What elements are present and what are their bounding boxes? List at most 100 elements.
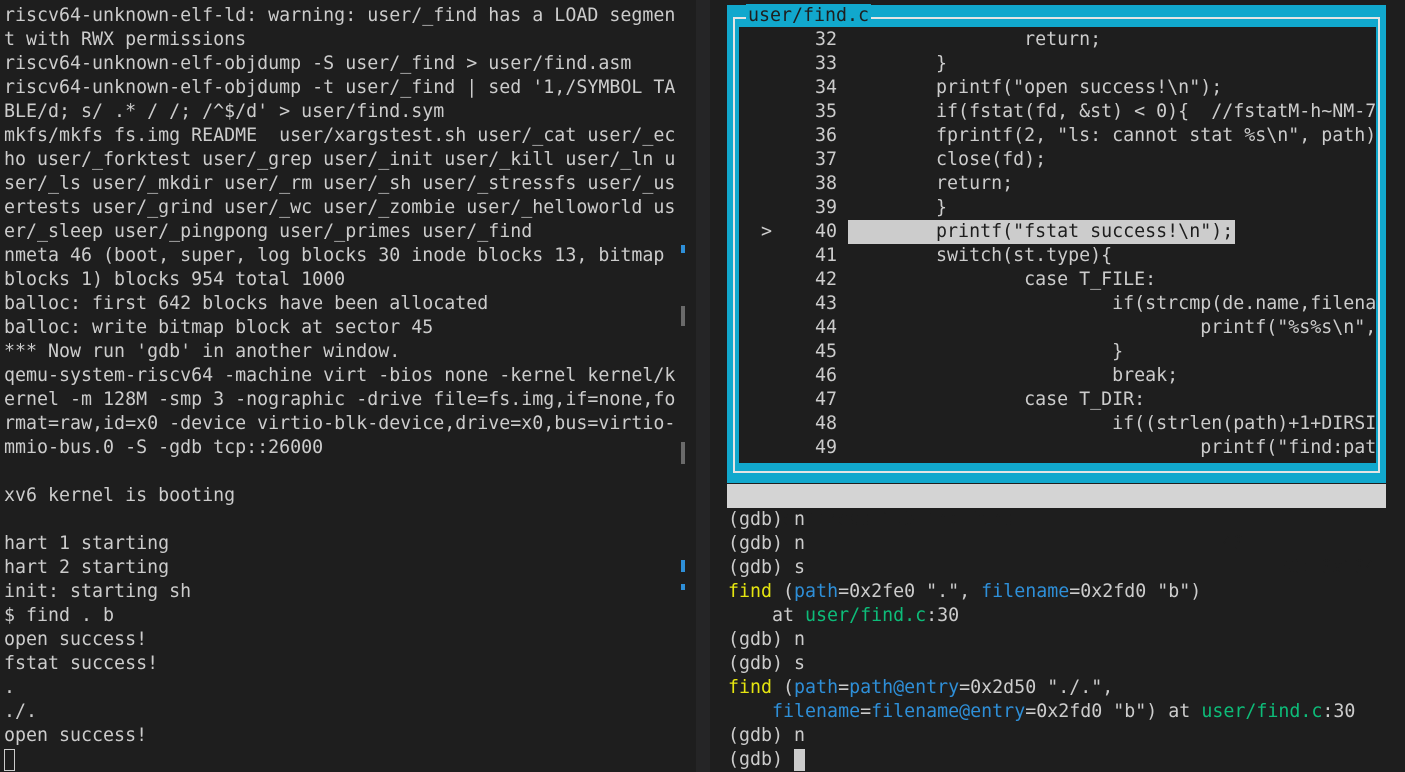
gdb-frame-line: find (path=path@entry=0x2d50 "./.", bbox=[728, 677, 1114, 698]
source-code: fprintf(2, "ls: cannot stat %s\n", path) bbox=[848, 125, 1376, 146]
source-line[interactable]: 38 return; bbox=[739, 172, 1376, 196]
source-code: return; bbox=[848, 173, 1014, 194]
terminal-line: ./. bbox=[4, 701, 38, 722]
source-code: return; bbox=[848, 29, 1102, 50]
source-code: if((strlen(path)+1+DIRSI bbox=[848, 413, 1376, 434]
terminal-line: ser/_ls user/_mkdir user/_rm user/_sh us… bbox=[4, 173, 676, 194]
source-line[interactable]: 35 if(fstat(fd, &st) < 0){ //fstatM-h~NM… bbox=[739, 100, 1376, 124]
source-code: printf("fstat success!\n"); bbox=[848, 220, 1236, 244]
line-number: 39 bbox=[814, 197, 837, 218]
source-code: } bbox=[848, 53, 948, 74]
source-line[interactable]: 36 fprintf(2, "ls: cannot stat %s\n", pa… bbox=[739, 124, 1376, 148]
terminal-line: blocks 1) blocks 954 total 1000 bbox=[4, 269, 346, 290]
source-code: printf("%s%s\n", bbox=[848, 317, 1376, 338]
terminal-line: BLE/d; s/ .* / /; /^$/d' > user/find.sym bbox=[4, 101, 445, 122]
scroll-marker bbox=[681, 442, 685, 464]
terminal-line: hart 2 starting bbox=[4, 557, 170, 578]
source-line[interactable]: 34 printf("open success!\n"); bbox=[739, 76, 1376, 100]
line-number: 48 bbox=[814, 413, 837, 434]
source-code: printf("open success!\n"); bbox=[848, 77, 1223, 98]
terminal-line: ertests user/_grind user/_wc user/_zombi… bbox=[4, 197, 676, 218]
terminal-line: riscv64-unknown-elf-objdump -t user/_fin… bbox=[4, 77, 676, 98]
line-number: 36 bbox=[814, 125, 837, 146]
source-line[interactable]: 46 break; bbox=[739, 364, 1376, 388]
gdb-line: (gdb) n bbox=[728, 725, 806, 746]
status-line-number: L40 bbox=[1211, 533, 1245, 554]
terminal-line: er/_sleep user/_pingpong user/_primes us… bbox=[4, 221, 533, 242]
source-line[interactable]: 48 if((strlen(path)+1+DIRSI bbox=[739, 412, 1376, 436]
source-code: close(fd); bbox=[848, 149, 1047, 170]
source-line[interactable]: 37 close(fd); bbox=[739, 148, 1376, 172]
line-number: 46 bbox=[814, 365, 837, 386]
source-line[interactable]: 33 } bbox=[739, 52, 1376, 76]
terminal-line: mmio-bus.0 -S -gdb tcp::26000 bbox=[4, 437, 324, 458]
line-number: 45 bbox=[814, 341, 837, 362]
line-number: 42 bbox=[814, 269, 837, 290]
terminal-line: open success! bbox=[4, 725, 148, 746]
terminal-line: t with RWX permissions bbox=[4, 29, 247, 50]
line-number: 43 bbox=[814, 293, 837, 314]
source-line[interactable]: 47 case T_DIR: bbox=[739, 388, 1376, 412]
source-code: } bbox=[848, 341, 1124, 362]
left-terminal-pane[interactable]: riscv64-unknown-elf-ld: warning: user/_f… bbox=[0, 0, 696, 772]
terminal-input-line[interactable] bbox=[4, 748, 15, 772]
scroll-marker bbox=[681, 584, 685, 590]
terminal-line: xv6 kernel is booting bbox=[4, 485, 236, 506]
line-number: 40 bbox=[814, 221, 837, 242]
source-code: case T_DIR: bbox=[848, 389, 1146, 410]
terminal-line: hart 1 starting bbox=[4, 533, 170, 554]
left-terminal-scrollbar[interactable] bbox=[681, 0, 710, 772]
gdb-input-line[interactable]: (gdb) bbox=[728, 748, 806, 772]
source-line[interactable]: 32 return; bbox=[739, 28, 1376, 52]
terminal-line: riscv64-unknown-elf-ld: warning: user/_f… bbox=[4, 5, 676, 26]
line-number: 44 bbox=[814, 317, 837, 338]
scroll-marker bbox=[681, 306, 685, 326]
source-code: case T_FILE: bbox=[848, 269, 1157, 290]
terminal-line: balloc: write bitmap block at sector 45 bbox=[4, 317, 434, 338]
terminal-line: riscv64-unknown-elf-objdump -S user/_fin… bbox=[4, 53, 632, 74]
terminal-line: ernel -m 128M -smp 3 -nographic -drive f… bbox=[4, 389, 676, 410]
source-window[interactable]: 32 return; 33 } 34 printf("open success!\n… bbox=[739, 27, 1376, 463]
line-number: 41 bbox=[814, 245, 837, 266]
line-number: 34 bbox=[814, 77, 837, 98]
gdb-frame-line: find (path=0x2fe0 ".", filename=0x2fd0 "… bbox=[728, 581, 1202, 602]
terminal-line: balloc: first 642 blocks have been alloc… bbox=[4, 293, 489, 314]
source-line[interactable]: 44 printf("%s%s\n", bbox=[739, 316, 1376, 340]
terminal-line: init: starting sh bbox=[4, 581, 192, 602]
source-line[interactable]: 42 case T_FILE: bbox=[739, 268, 1376, 292]
line-number: 37 bbox=[814, 149, 837, 170]
source-code: } bbox=[848, 197, 948, 218]
source-line-current[interactable]: >40 printf("fstat success!\n"); bbox=[739, 220, 1376, 244]
source-line[interactable]: 49 printf("find:pat bbox=[739, 436, 1376, 460]
terminal-line: open success! bbox=[4, 629, 148, 650]
terminal-cursor bbox=[4, 749, 15, 771]
line-number: 49 bbox=[814, 437, 837, 458]
scroll-marker bbox=[681, 245, 685, 253]
gdb-frame-location: at user/find.c:30 bbox=[728, 605, 960, 626]
line-number: 38 bbox=[814, 173, 837, 194]
source-code: switch(st.type){ bbox=[848, 245, 1113, 266]
source-line[interactable]: 39 } bbox=[739, 196, 1376, 220]
source-code: break; bbox=[848, 365, 1179, 386]
source-code: if(strcmp(de.name,filena bbox=[848, 293, 1376, 314]
gdb-line: (gdb) n bbox=[728, 629, 806, 650]
source-line[interactable]: 43 if(strcmp(de.name,filena bbox=[739, 292, 1376, 316]
terminal-line: ho user/_forktest user/_grep user/_init … bbox=[4, 149, 676, 170]
terminal-line: *** Now run 'gdb' in another window. bbox=[4, 341, 401, 362]
status-program-counter: PC: 0x104 bbox=[1277, 557, 1377, 578]
terminal-line: $ find . b bbox=[4, 605, 115, 626]
line-number: 35 bbox=[814, 101, 837, 122]
gdb-line: (gdb) n bbox=[728, 533, 806, 554]
gdb-frame-args: filename=filename@entry=0x2fd0 "b") at u… bbox=[772, 701, 1356, 722]
terminal-line: fstat success! bbox=[4, 653, 159, 674]
line-number: 47 bbox=[814, 389, 837, 410]
terminal-line: mkfs/mkfs fs.img README user/xargstest.s… bbox=[4, 125, 676, 146]
source-code: printf("find:pat bbox=[848, 437, 1376, 458]
terminal-line: qemu-system-riscv64 -machine virt -bios … bbox=[4, 365, 676, 386]
gdb-line: (gdb) n bbox=[728, 509, 806, 530]
source-line[interactable]: 45 } bbox=[739, 340, 1376, 364]
source-line[interactable]: 41 switch(st.type){ bbox=[739, 244, 1376, 268]
gdb-line: (gdb) s bbox=[728, 653, 806, 674]
gdb-status-bar: remote Thread 1.3 In: find L40 PC: 0x104 bbox=[727, 484, 1386, 578]
terminal-line: nmeta 46 (boot, super, log blocks 30 ino… bbox=[4, 245, 665, 266]
